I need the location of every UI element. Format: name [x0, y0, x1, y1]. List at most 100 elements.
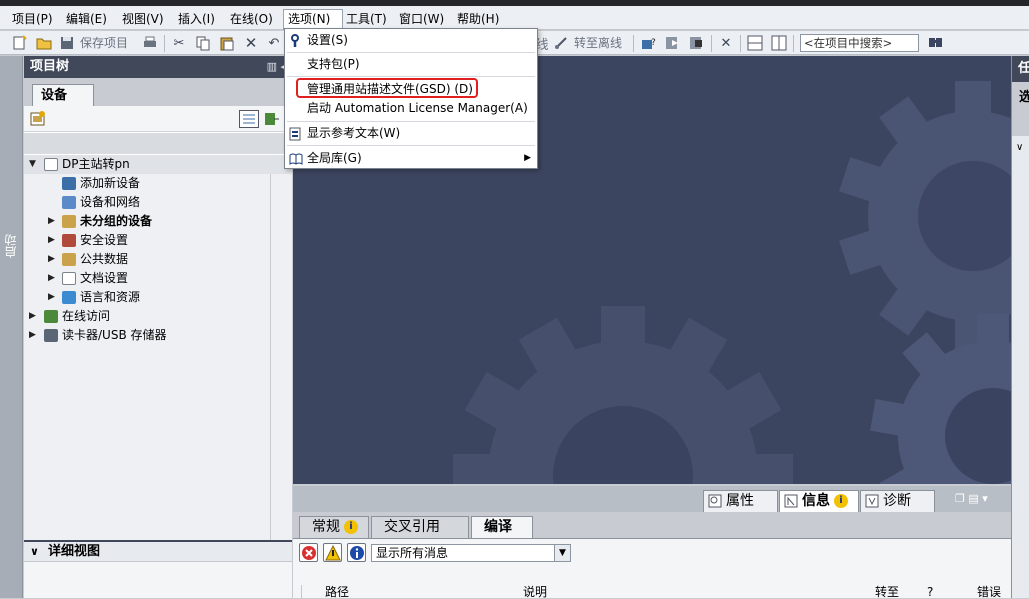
tree-item-online-access[interactable]: ▶ 在线访问: [24, 307, 292, 326]
warning-filter-icon[interactable]: [323, 543, 342, 562]
go-offline-button[interactable]: 转至离线: [574, 34, 622, 52]
stop-cpu-icon[interactable]: [689, 35, 705, 51]
diagnostics-icon: [865, 494, 879, 508]
cross-reference-icon[interactable]: ✕: [718, 35, 734, 51]
inspector-window: 属性 信息 i 诊断 ❐ ▤ ▾ 常规 i 交叉引用 编译 显示所有消息 ▼ 路…: [293, 486, 1011, 599]
save-icon[interactable]: [59, 35, 75, 51]
tree-item-project[interactable]: ▼ DP主站转pn: [24, 155, 292, 174]
column-errors[interactable]: 错误: [977, 585, 1001, 599]
menu-tools[interactable]: 工具(T): [342, 10, 391, 28]
highlight-box: [296, 78, 478, 98]
tab-general[interactable]: 常规 i: [299, 516, 369, 538]
online-access-icon: [44, 310, 58, 323]
menu-view[interactable]: 视图(V): [118, 10, 168, 28]
column-goto[interactable]: 转至: [875, 585, 899, 599]
menu-insert[interactable]: 插入(I): [174, 10, 219, 28]
language-icon: [62, 291, 76, 304]
window-controls-icon[interactable]: ❐ ▤ ▾: [955, 492, 988, 505]
menu-options[interactable]: 选项(N): [283, 9, 343, 30]
menu-online[interactable]: 在线(O): [226, 10, 277, 28]
network-icon: [62, 196, 76, 209]
project-search-input[interactable]: <在项目中搜索>: [800, 34, 919, 52]
tab-info[interactable]: 信息 i: [779, 490, 859, 512]
copy-icon[interactable]: [195, 35, 211, 51]
split-horizontal-icon[interactable]: [747, 35, 763, 51]
start-label[interactable]: 启动: [2, 234, 20, 258]
paste-icon[interactable]: [219, 35, 235, 51]
undo-icon[interactable]: ↶: [266, 35, 282, 51]
add-device-icon[interactable]: [30, 111, 46, 127]
menu-window[interactable]: 窗口(W): [395, 10, 448, 28]
tree-item-languages-resources[interactable]: ▶ 语言和资源: [24, 288, 292, 307]
info-filter-icon[interactable]: [347, 543, 366, 562]
portal-view-strip[interactable]: 启动: [0, 56, 23, 598]
details-view-panel: ∨ 详细视图: [24, 540, 292, 598]
security-icon: [62, 234, 76, 247]
common-data-icon: [62, 253, 76, 266]
wrench-icon: [289, 33, 303, 47]
search-go-icon[interactable]: [928, 35, 944, 51]
chevron-down-icon[interactable]: ∨: [1016, 142, 1023, 153]
tab-diagnostics[interactable]: 诊断: [860, 490, 935, 512]
new-project-icon[interactable]: [12, 35, 28, 51]
delete-icon[interactable]: ✕: [243, 34, 259, 52]
properties-icon: [708, 494, 722, 508]
tree-item-add-device[interactable]: 添加新设备: [24, 174, 292, 193]
inspector-sub-tabs: 常规 i 交叉引用 编译: [299, 516, 1011, 538]
accessible-devices-icon[interactable]: ?: [641, 35, 657, 51]
menu-item-support-packages[interactable]: 支持包(P): [285, 53, 537, 75]
project-icon: [44, 158, 58, 171]
error-filter-icon[interactable]: [299, 543, 318, 562]
project-tree-header: 项目树 ▥ ◂: [24, 56, 292, 78]
tab-compile[interactable]: 编译: [471, 516, 533, 538]
column-question[interactable]: ?: [927, 585, 933, 599]
go-offline-icon[interactable]: [553, 35, 569, 51]
overview-icon[interactable]: [264, 111, 280, 127]
print-icon[interactable]: [142, 35, 158, 51]
info-icon: i: [344, 520, 358, 534]
project-tree-toolbar: [24, 106, 292, 132]
project-tree-spacer: [24, 133, 292, 154]
details-view-header[interactable]: ∨ 详细视图: [24, 542, 292, 562]
tree-item-card-reader[interactable]: ▶ 读卡器/USB 存储器: [24, 326, 292, 345]
chevron-right-icon: ▶: [524, 153, 531, 163]
split-vertical-icon[interactable]: [771, 35, 787, 51]
message-filter-select[interactable]: 显示所有消息 ▼: [371, 544, 571, 562]
menu-item-license-manager[interactable]: 启动 Automation License Manager(A): [285, 97, 537, 119]
project-tree-title: 项目树: [30, 59, 70, 74]
project-tree-panel: 项目树 ▥ ◂ 设备 ▼ DP主站转pn 添加新设备 设备和网络 ▶ 未分组的设…: [24, 56, 292, 540]
menu-item-show-reference-text[interactable]: 显示参考文本(W): [285, 122, 537, 144]
add-device-icon: [62, 177, 76, 190]
tree-item-common-data[interactable]: ▶ 公共数据: [24, 250, 292, 269]
menu-bar: 项目(P) 编辑(E) 视图(V) 插入(I) 在线(O) 选项(N) 工具(T…: [0, 6, 1029, 30]
cut-icon[interactable]: ✂: [171, 35, 187, 51]
column-path[interactable]: 路径: [325, 585, 349, 599]
menu-item-global-libraries[interactable]: 全局库(G) ▶: [285, 147, 537, 169]
tab-devices[interactable]: 设备: [32, 84, 94, 107]
book-icon: [289, 151, 303, 165]
tree-item-ungrouped-devices[interactable]: ▶ 未分组的设备: [24, 212, 292, 231]
chevron-down-icon[interactable]: ∨: [30, 542, 39, 562]
tree-view-icon[interactable]: [239, 110, 259, 128]
tab-cross-references[interactable]: 交叉引用: [371, 516, 469, 538]
menu-project[interactable]: 项目(P): [8, 10, 57, 28]
document-icon: [62, 272, 76, 285]
start-simulation-icon[interactable]: [665, 35, 681, 51]
menu-edit[interactable]: 编辑(E): [62, 10, 111, 28]
tree-item-security-settings[interactable]: ▶ 安全设置: [24, 231, 292, 250]
chevron-down-icon[interactable]: ▼: [554, 545, 570, 561]
inspector-main-tabs: 属性 信息 i 诊断 ❐ ▤ ▾: [293, 486, 1011, 512]
column-description[interactable]: 说明: [523, 585, 547, 599]
card-reader-icon: [44, 329, 58, 342]
info-icon: i: [834, 494, 848, 508]
tree-item-devices-networks[interactable]: 设备和网络: [24, 193, 292, 212]
open-project-icon[interactable]: [36, 35, 52, 51]
save-project-button[interactable]: 保存项目: [80, 34, 128, 52]
details-view-title: 详细视图: [48, 544, 101, 559]
tab-properties[interactable]: 属性: [703, 490, 778, 512]
project-tree-empty-area: [24, 345, 292, 540]
menu-item-settings[interactable]: 设置(S): [285, 29, 537, 51]
menu-help[interactable]: 帮助(H): [453, 10, 503, 28]
task-cards-options: 选: [1012, 82, 1029, 136]
tree-item-document-settings[interactable]: ▶ 文档设置: [24, 269, 292, 288]
